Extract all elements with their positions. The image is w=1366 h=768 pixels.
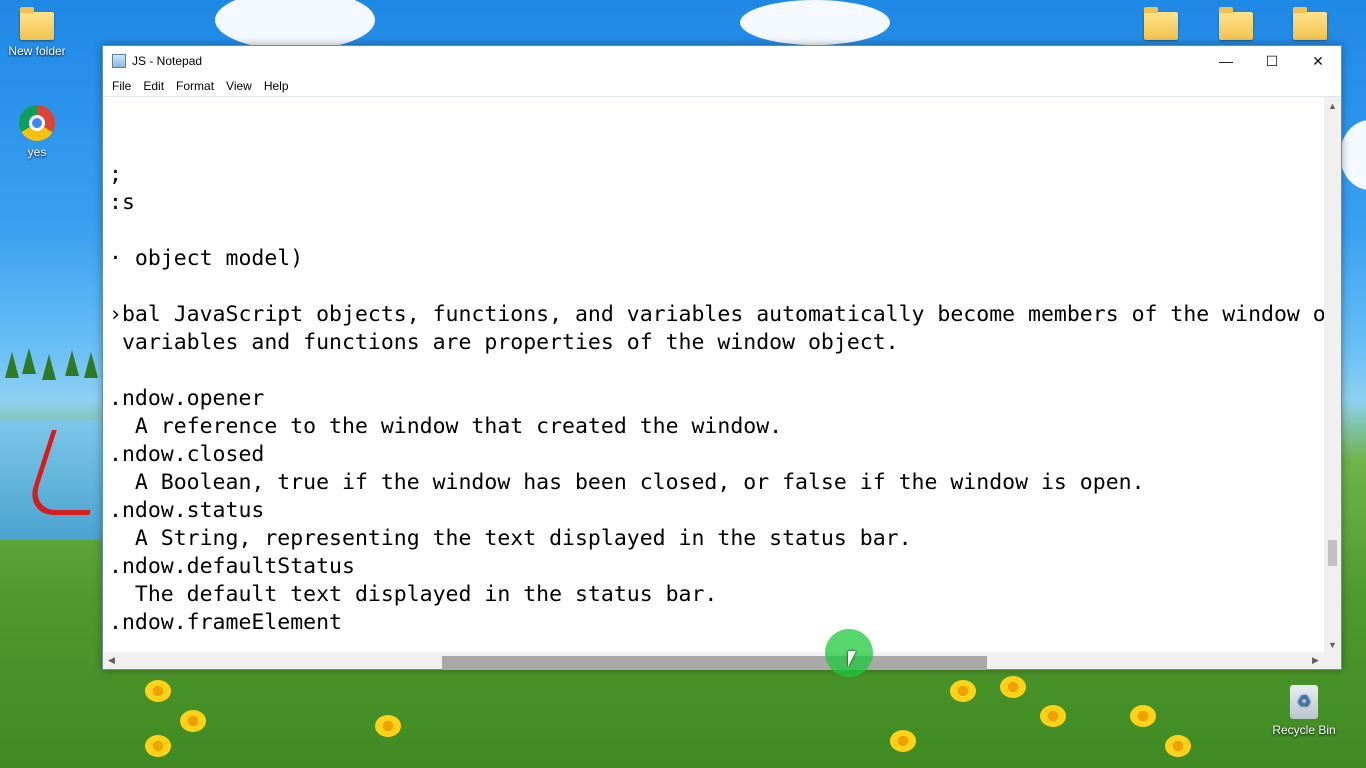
size-grip[interactable] bbox=[1324, 652, 1341, 669]
menu-format[interactable]: Format bbox=[170, 79, 220, 93]
minimize-button[interactable]: — bbox=[1203, 46, 1249, 76]
flower bbox=[1130, 705, 1156, 727]
menu-view[interactable]: View bbox=[220, 79, 258, 93]
flower bbox=[950, 680, 976, 702]
horizontal-scrollbar[interactable]: ◀ ▶ bbox=[103, 652, 1324, 670]
cloud bbox=[1340, 120, 1366, 190]
desktop-icon-folder-a[interactable] bbox=[1125, 7, 1197, 44]
flower bbox=[890, 730, 916, 752]
flower bbox=[145, 735, 171, 757]
recycle-bin-icon: ♻ bbox=[1290, 685, 1318, 719]
maximize-button[interactable]: ☐ bbox=[1249, 46, 1295, 76]
title-bar[interactable]: JS - Notepad — ☐ ✕ bbox=[103, 46, 1341, 76]
tree bbox=[65, 350, 79, 376]
flower bbox=[180, 710, 206, 732]
folder-icon bbox=[1293, 7, 1327, 40]
flower bbox=[1165, 735, 1191, 757]
menu-help[interactable]: Help bbox=[258, 79, 295, 93]
down-arrow-icon[interactable]: ▼ bbox=[1324, 636, 1341, 653]
tree bbox=[5, 352, 19, 378]
window-title: JS - Notepad bbox=[132, 54, 203, 68]
tree bbox=[84, 352, 98, 378]
horizontal-scroll-thumb[interactable] bbox=[442, 656, 987, 670]
left-arrow-icon[interactable]: ◀ bbox=[103, 652, 120, 669]
notepad-icon bbox=[112, 54, 126, 68]
notepad-window: JS - Notepad — ☐ ✕ File Edit Format View… bbox=[102, 45, 1342, 670]
vertical-scrollbar[interactable]: ▲ ▼ bbox=[1324, 97, 1341, 653]
mouse-cursor-icon bbox=[848, 651, 856, 667]
tree bbox=[22, 348, 36, 374]
editor-text: ; :s · object model) ›bal JavaScript obj… bbox=[109, 162, 1324, 635]
vertical-scroll-thumb[interactable] bbox=[1328, 540, 1337, 566]
desktop-icon-yes[interactable]: yes bbox=[1, 105, 73, 159]
menu-edit[interactable]: Edit bbox=[137, 79, 170, 93]
desktop-icon-recycle-bin[interactable]: ♻ Recycle Bin bbox=[1268, 685, 1340, 737]
flower bbox=[375, 715, 401, 737]
cloud bbox=[215, 0, 375, 50]
folder-icon bbox=[1219, 7, 1253, 40]
folder-icon bbox=[20, 7, 54, 40]
desktop-icon-label: New folder bbox=[8, 44, 66, 58]
desktop-icon-label: yes bbox=[27, 145, 47, 159]
desktop-icon-folder-b[interactable] bbox=[1200, 7, 1272, 44]
flower bbox=[145, 680, 171, 702]
text-editor[interactable]: ; :s · object model) ›bal JavaScript obj… bbox=[103, 97, 1324, 653]
tree bbox=[42, 354, 56, 380]
desktop-icon-label: Recycle Bin bbox=[1272, 723, 1336, 737]
flower bbox=[1040, 705, 1066, 727]
right-arrow-icon[interactable]: ▶ bbox=[1307, 652, 1324, 669]
desktop-icon-new-folder[interactable]: New folder bbox=[1, 7, 73, 58]
menu-file[interactable]: File bbox=[106, 79, 137, 93]
chrome-icon bbox=[19, 105, 55, 141]
folder-icon bbox=[1144, 7, 1178, 40]
menu-bar: File Edit Format View Help bbox=[103, 76, 1341, 97]
up-arrow-icon[interactable]: ▲ bbox=[1324, 97, 1341, 114]
flower bbox=[1000, 676, 1026, 698]
cloud bbox=[740, 0, 890, 45]
desktop-icon-folder-c[interactable] bbox=[1274, 7, 1346, 44]
close-button[interactable]: ✕ bbox=[1295, 46, 1341, 76]
